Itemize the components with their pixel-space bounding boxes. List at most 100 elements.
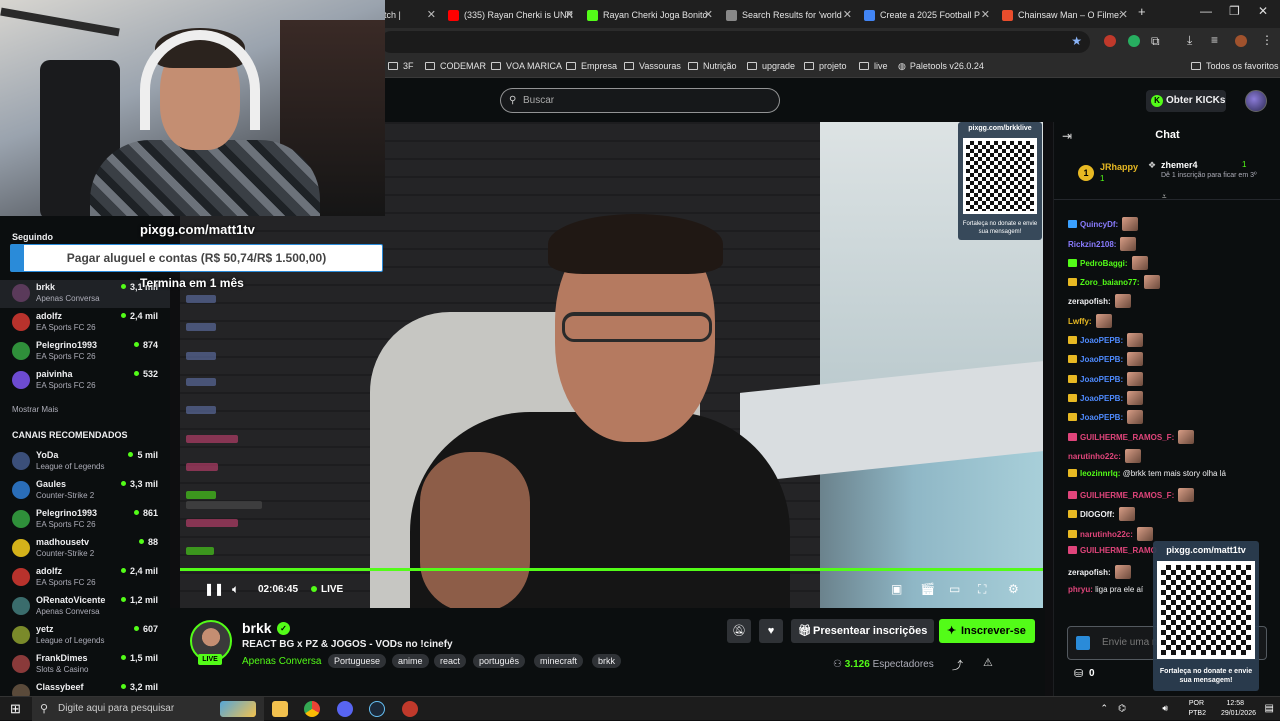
mute-notifications-button[interactable]: 🔕︎: [727, 619, 751, 643]
keyboard-layout[interactable]: PTB2: [1188, 710, 1206, 717]
browser-tab[interactable]: Search Results for 'world ✕: [724, 4, 852, 26]
network-icon[interactable]: ⌬: [1118, 703, 1126, 714]
window-close-icon[interactable]: ✕: [1258, 4, 1268, 18]
browser-tab[interactable]: Chainsaw Man – O Filme: ✕: [1000, 4, 1128, 26]
file-explorer-icon[interactable]: [272, 701, 288, 717]
sidebar-channel-item[interactable]: Gaules Counter-Strike 2 3,3 mil: [0, 477, 170, 505]
sidebar-channel-item[interactable]: YoDa League of Legends 5 mil: [0, 448, 170, 476]
stream-tag[interactable]: minecraft: [534, 654, 584, 668]
sidebar-channel-item[interactable]: ORenatoVicente Apenas Conversa 1,2 mil: [0, 593, 170, 621]
bookmark-folder[interactable]: VOA MARICA: [491, 61, 562, 71]
discord-icon[interactable]: [337, 701, 353, 717]
kicks-icon[interactable]: ⛁: [1074, 667, 1083, 680]
stream-tag[interactable]: react: [434, 654, 467, 668]
profile-avatar[interactable]: [1235, 35, 1247, 47]
app-icon[interactable]: [402, 701, 418, 717]
bookmark-link[interactable]: ◍ Paletools v26.0.24: [898, 61, 984, 72]
stream-tag[interactable]: português: [473, 654, 526, 668]
fullscreen-icon[interactable]: ⛶: [978, 582, 986, 597]
stream-tag[interactable]: Portuguese: [328, 654, 387, 668]
chat-message: GUILHERME_RAMOS_F:: [1068, 430, 1195, 444]
follow-button[interactable]: ♥: [759, 619, 783, 643]
leader-name[interactable]: zhemer4: [1161, 160, 1198, 170]
theater-mode-icon[interactable]: ▭: [949, 582, 960, 596]
sidebar-channel-item[interactable]: yetz League of Legends 607: [0, 622, 170, 650]
puzzle-icon[interactable]: ⧉: [1151, 34, 1160, 49]
bookmark-folder[interactable]: Vassouras: [624, 61, 681, 71]
extension-icon[interactable]: [1104, 35, 1116, 47]
leader-name[interactable]: JRhappy: [1100, 162, 1138, 172]
search-input[interactable]: ⚲ Buscar: [500, 88, 780, 113]
star-icon[interactable]: ★: [1071, 34, 1082, 48]
report-icon[interactable]: ⚠: [983, 656, 993, 669]
extension-icon[interactable]: [1128, 35, 1140, 47]
expand-icon[interactable]: ⩡: [1162, 192, 1167, 202]
stream-tag[interactable]: brkk: [592, 654, 622, 668]
browser-tab[interactable]: Rayan Cherki Joga Bonito ✕: [585, 4, 713, 26]
browser-tab[interactable]: tch | ✕: [380, 4, 436, 26]
media-icon[interactable]: ≡: [1211, 33, 1218, 47]
pause-icon[interactable]: ❚❚: [204, 582, 224, 596]
notification-icon[interactable]: ▤: [1265, 703, 1274, 714]
menu-dots-icon[interactable]: ⋮: [1261, 33, 1273, 47]
folder-icon: [1191, 62, 1201, 70]
steam-icon[interactable]: [369, 701, 385, 717]
sidebar-channel-item[interactable]: Pelegrino1993 EA Sports FC 26 861: [0, 506, 170, 534]
volume-icon[interactable]: 🔈︎: [232, 582, 239, 597]
download-icon[interactable]: ⤓: [1187, 33, 1192, 48]
sidebar-channel-item[interactable]: adolfz EA Sports FC 26 2,4 mil: [0, 564, 170, 592]
minimize-icon[interactable]: —: [1200, 4, 1212, 18]
widget-icon[interactable]: [220, 701, 256, 717]
live-indicator[interactable]: LIVE: [311, 584, 343, 595]
clock-date[interactable]: 29/01/2026: [1221, 710, 1256, 717]
sidebar-channel-item[interactable]: paivinha EA Sports FC 26 532: [0, 367, 170, 395]
stream-category[interactable]: Apenas Conversa: [242, 656, 322, 667]
bookmark-folder[interactable]: CODEMAR: [425, 61, 486, 71]
close-icon[interactable]: ✕: [1119, 4, 1128, 26]
share-icon[interactable]: ⤴: [952, 657, 963, 673]
stream-time: 02:06:45: [258, 584, 299, 595]
clock-time[interactable]: 12:58: [1226, 700, 1244, 707]
new-tab-button[interactable]: +: [1138, 4, 1146, 19]
bookmark-folder[interactable]: 3F: [388, 61, 414, 71]
language[interactable]: POR: [1189, 700, 1204, 707]
close-icon[interactable]: ✕: [704, 4, 713, 26]
sidebar-channel-item[interactable]: adolfz EA Sports FC 26 2,4 mil: [0, 309, 170, 337]
all-bookmarks[interactable]: Todos os favoritos: [1191, 61, 1279, 71]
close-icon[interactable]: ✕: [427, 4, 436, 26]
windows-start-icon[interactable]: ⊞: [10, 701, 21, 717]
bookmark-folder[interactable]: Nutrição: [688, 61, 737, 71]
gift-subs-button[interactable]: 🎁︎ Presentear inscrições: [791, 619, 934, 643]
bookmark-folder[interactable]: Empresa: [566, 61, 617, 71]
maximize-icon[interactable]: ❐: [1229, 4, 1240, 18]
sidebar-channel-item[interactable]: madhousetv Counter-Strike 2 88: [0, 535, 170, 563]
get-kicks-button[interactable]: K Obter KICKs: [1146, 90, 1226, 112]
bookmark-folder[interactable]: live: [859, 61, 888, 71]
tray-up-icon[interactable]: ⌃: [1100, 703, 1108, 714]
stream-tag[interactable]: anime: [392, 654, 429, 668]
chrome-icon[interactable]: [304, 701, 320, 717]
sidebar-channel-item[interactable]: Pelegrino1993 EA Sports FC 26 874: [0, 338, 170, 366]
url-input[interactable]: ★: [380, 31, 1090, 53]
stream-title: REACT BG x PZ & JOGOS - VODs no !cinefy: [242, 639, 453, 650]
emote-picker-icon[interactable]: [1076, 636, 1090, 650]
browser-tab[interactable]: Create a 2025 Football P ✕: [862, 4, 990, 26]
miniplayer-icon[interactable]: ▣: [891, 582, 902, 596]
streamer-name[interactable]: brkk: [242, 620, 272, 636]
volume-icon[interactable]: 🔊︎: [1162, 703, 1168, 714]
clip-icon[interactable]: 🎬︎: [920, 582, 935, 596]
subscribe-button[interactable]: ✦ Inscrever-se: [939, 619, 1035, 643]
browser-tab[interactable]: (335) Rayan Cherki is UNR ✕: [446, 4, 574, 26]
close-icon[interactable]: ✕: [843, 4, 852, 26]
folder-icon: [859, 62, 869, 70]
avatar: [12, 452, 30, 470]
bookmark-folder[interactable]: upgrade: [747, 61, 795, 71]
show-more-link[interactable]: Mostrar Mais: [12, 405, 58, 414]
sidebar-channel-item[interactable]: FrankDimes Slots & Casino 1,5 mil: [0, 651, 170, 679]
sidebar-channel-item[interactable]: Classybeef 3,2 mil: [0, 680, 170, 696]
close-icon[interactable]: ✕: [565, 4, 574, 26]
settings-gear-icon[interactable]: ⚙: [1008, 582, 1019, 596]
user-avatar[interactable]: [1245, 90, 1267, 112]
close-icon[interactable]: ✕: [981, 4, 990, 26]
bookmark-folder[interactable]: projeto: [804, 61, 847, 71]
